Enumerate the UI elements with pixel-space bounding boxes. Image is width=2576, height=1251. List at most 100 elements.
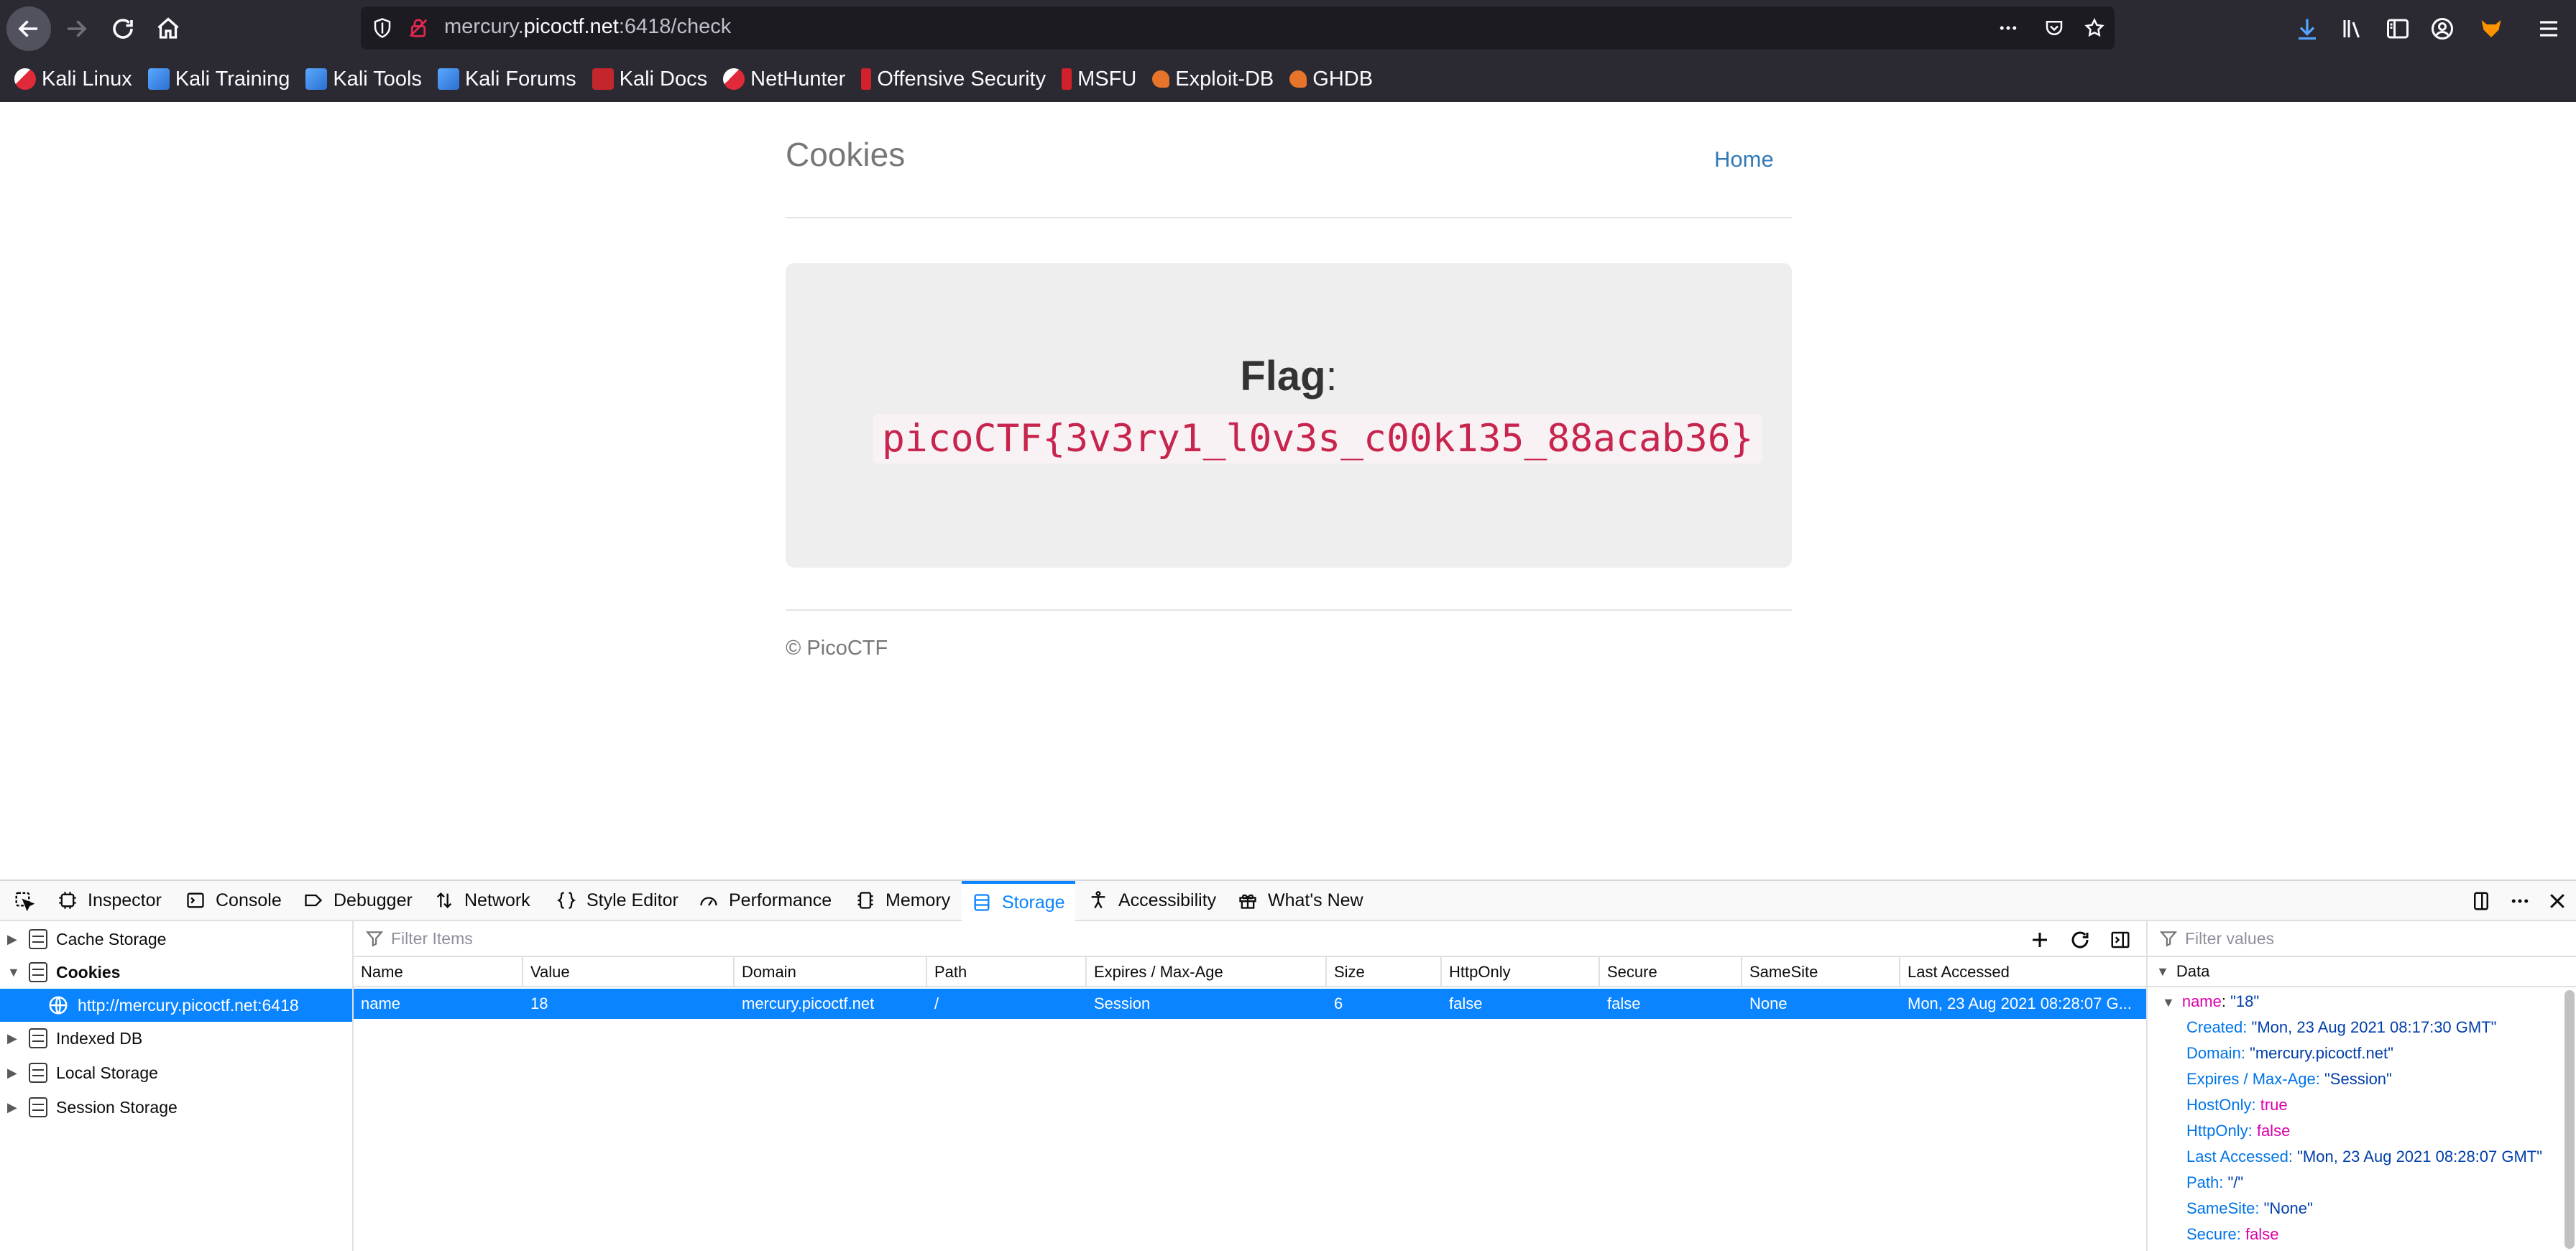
column-header-samesite[interactable]: SameSite bbox=[1742, 957, 1900, 987]
tree-item-session-storage[interactable]: ▶ Session Storage bbox=[0, 1091, 352, 1124]
data-prop-row[interactable]: HostOnly: true bbox=[2186, 1092, 2288, 1118]
data-heading[interactable]: ▼ Data bbox=[2148, 957, 2576, 987]
pocket-icon[interactable] bbox=[2043, 17, 2066, 40]
bookmark-exploit-db[interactable]: Exploit-DB bbox=[1152, 68, 1274, 91]
bookmark-kali-training[interactable]: Kali Training bbox=[147, 68, 290, 91]
tab-whats-new[interactable]: What's New bbox=[1238, 881, 1363, 920]
sidebar-icon[interactable] bbox=[2383, 14, 2412, 43]
data-prop-row[interactable]: Expires / Max-Age: "Session" bbox=[2186, 1066, 2392, 1092]
tab-memory[interactable]: Memory bbox=[855, 881, 950, 920]
bookmark-offensive-security[interactable]: Offensive Security bbox=[861, 68, 1046, 91]
data-prop-row[interactable]: Domain: "mercury.picoctf.net" bbox=[2186, 1040, 2393, 1066]
forward-button[interactable] bbox=[54, 6, 98, 51]
nav-home-link[interactable]: Home bbox=[1714, 147, 1774, 172]
cell-samesite[interactable]: None bbox=[1742, 989, 1900, 1019]
library-icon[interactable] bbox=[2339, 14, 2368, 43]
chevron-down-icon[interactable]: ▼ bbox=[2162, 995, 2175, 1010]
bookmark-kali-tools[interactable]: Kali Tools bbox=[305, 68, 422, 91]
reload-button[interactable] bbox=[101, 6, 145, 51]
more-options-icon[interactable] bbox=[2508, 890, 2531, 913]
tab-style-editor[interactable]: Style Editor bbox=[556, 881, 678, 920]
extension-fox-icon[interactable] bbox=[2477, 14, 2506, 43]
cell-name[interactable]: name bbox=[354, 989, 523, 1019]
data-prop-row[interactable]: Secure: false bbox=[2186, 1222, 2278, 1247]
navigation-toolbar: mercury.picoctf.net:6418/check bbox=[0, 0, 2576, 56]
data-root-row[interactable]: ▼ name: "18" bbox=[2162, 989, 2259, 1015]
column-header-value[interactable]: Value bbox=[523, 957, 735, 987]
column-header-httponly[interactable]: HttpOnly bbox=[1442, 957, 1600, 987]
insecure-lock-icon[interactable] bbox=[407, 17, 430, 40]
chevron-right-icon[interactable]: ▶ bbox=[7, 1066, 22, 1081]
chevron-right-icon[interactable]: ▶ bbox=[7, 932, 22, 947]
chevron-right-icon[interactable]: ▶ bbox=[7, 1031, 22, 1046]
tab-console[interactable]: Console bbox=[185, 881, 282, 920]
tree-item-indexed-db[interactable]: ▶ Indexed DB bbox=[0, 1022, 352, 1055]
tree-item-cookies[interactable]: ▼ Cookies bbox=[0, 956, 352, 989]
data-prop-row[interactable]: Path: "/" bbox=[2186, 1170, 2243, 1196]
downloads-icon[interactable] bbox=[2293, 14, 2322, 43]
data-scrollbar[interactable] bbox=[2564, 990, 2575, 1249]
account-icon[interactable] bbox=[2428, 14, 2457, 43]
page-actions-icon[interactable] bbox=[1997, 17, 2020, 40]
bookmark-kali-docs[interactable]: Kali Docs bbox=[592, 68, 707, 91]
add-item-icon[interactable] bbox=[2028, 928, 2051, 951]
filter-values-input[interactable] bbox=[2185, 928, 2544, 948]
data-value: "Mon, 23 Aug 2021 08:17:30 GMT" bbox=[2251, 1018, 2497, 1036]
tree-label: Cookies bbox=[56, 962, 121, 982]
table-row[interactable]: name 18 mercury.picoctf.net / Session 6 … bbox=[354, 989, 2146, 1019]
home-button[interactable] bbox=[146, 6, 190, 51]
bookmark-kali-forums[interactable]: Kali Forums bbox=[437, 68, 576, 91]
column-header-size[interactable]: Size bbox=[1327, 957, 1442, 987]
element-picker-icon[interactable] bbox=[13, 890, 36, 913]
data-prop-row[interactable]: SameSite: "None" bbox=[2186, 1196, 2313, 1222]
cell-value[interactable]: 18 bbox=[523, 989, 735, 1019]
bookmark-label: GHDB bbox=[1312, 67, 1374, 91]
bookmark-label: MSFU bbox=[1077, 67, 1137, 91]
chevron-down-icon[interactable]: ▼ bbox=[7, 965, 22, 980]
tab-network[interactable]: Network bbox=[434, 881, 530, 920]
bookmark-ghdb[interactable]: GHDB bbox=[1289, 68, 1373, 91]
tree-item-cache-storage[interactable]: ▶ Cache Storage bbox=[0, 923, 352, 956]
bookmark-nethunter[interactable]: NetHunter bbox=[723, 68, 845, 91]
filter-icon bbox=[2159, 931, 2178, 947]
column-header-expires[interactable]: Expires / Max-Age bbox=[1087, 957, 1327, 987]
cell-path[interactable]: / bbox=[927, 989, 1087, 1019]
hamburger-menu-icon[interactable] bbox=[2534, 14, 2563, 43]
column-header-secure[interactable]: Secure bbox=[1600, 957, 1742, 987]
column-header-last-accessed[interactable]: Last Accessed bbox=[1900, 957, 2146, 987]
cell-httponly[interactable]: false bbox=[1442, 989, 1600, 1019]
tree-item-cookie-origin[interactable]: http://mercury.picoctf.net:6418 bbox=[0, 989, 352, 1022]
column-header-name[interactable]: Name bbox=[354, 957, 523, 987]
cell-secure[interactable]: false bbox=[1600, 989, 1742, 1019]
tab-storage[interactable]: Storage bbox=[962, 881, 1075, 921]
url-bar[interactable]: mercury.picoctf.net:6418/check bbox=[361, 6, 2115, 50]
data-prop-row[interactable]: HttpOnly: false bbox=[2186, 1118, 2290, 1144]
tab-accessibility[interactable]: Accessibility bbox=[1088, 881, 1216, 920]
flag-label: Flag bbox=[1240, 353, 1326, 400]
data-prop-row[interactable]: Created: "Mon, 23 Aug 2021 08:17:30 GMT" bbox=[2186, 1015, 2496, 1040]
bookmark-kali-linux[interactable]: Kali Linux bbox=[14, 68, 132, 91]
column-header-domain[interactable]: Domain bbox=[735, 957, 927, 987]
data-value: "Mon, 23 Aug 2021 08:28:07 GMT" bbox=[2297, 1148, 2543, 1165]
close-devtools-icon[interactable] bbox=[2546, 890, 2569, 913]
toggle-sidebar-icon[interactable] bbox=[2109, 928, 2132, 951]
tab-debugger[interactable]: Debugger bbox=[303, 881, 413, 920]
tab-performance[interactable]: Performance bbox=[699, 881, 832, 920]
url-text[interactable]: mercury.picoctf.net:6418/check bbox=[444, 15, 731, 39]
back-button[interactable] bbox=[6, 6, 51, 51]
chevron-right-icon[interactable]: ▶ bbox=[7, 1100, 22, 1115]
tree-item-local-storage[interactable]: ▶ Local Storage bbox=[0, 1056, 352, 1089]
dock-side-icon[interactable] bbox=[2470, 890, 2493, 913]
tab-inspector[interactable]: Inspector bbox=[58, 881, 162, 920]
data-prop-row[interactable]: Last Accessed: "Mon, 23 Aug 2021 08:28:0… bbox=[2186, 1144, 2542, 1170]
cell-domain[interactable]: mercury.picoctf.net bbox=[735, 989, 927, 1019]
flag-value: picoCTF{3v3ry1_l0v3s_c00k135_88acab36} bbox=[873, 414, 1762, 463]
column-header-path[interactable]: Path bbox=[927, 957, 1087, 987]
filter-items-input[interactable] bbox=[391, 928, 1757, 948]
bookmark-msfu[interactable]: MSFU bbox=[1062, 68, 1136, 91]
refresh-items-icon[interactable] bbox=[2069, 928, 2092, 951]
cell-expires[interactable]: Session bbox=[1087, 989, 1327, 1019]
chevron-down-icon[interactable]: ▼ bbox=[2156, 964, 2169, 979]
bookmark-star-icon[interactable] bbox=[2083, 17, 2106, 40]
tracking-protection-icon[interactable] bbox=[371, 17, 394, 40]
